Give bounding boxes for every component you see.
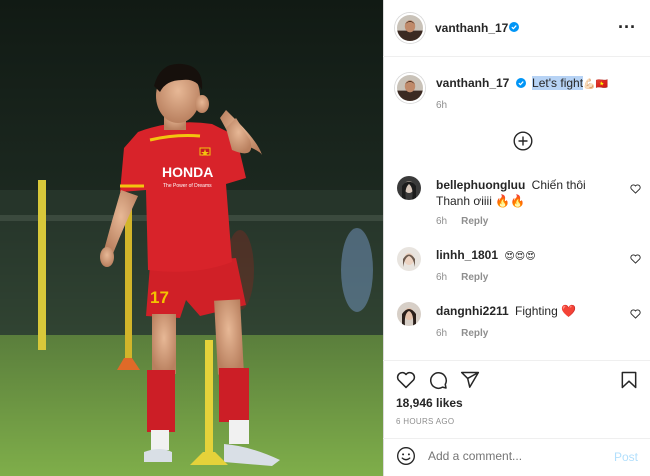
comment-like-heart-icon[interactable] <box>630 254 641 264</box>
comment-time-1[interactable]: 6h <box>436 216 447 227</box>
comment-meta-2: 6h Reply <box>436 272 488 283</box>
comment-reply-2[interactable]: Reply <box>461 272 488 283</box>
post-photo[interactable]: 17 HONDA The Power of Dreams <box>0 0 383 476</box>
comment-like-heart-icon[interactable] <box>630 184 641 194</box>
comment-meta-1: 6h Reply <box>436 216 488 227</box>
jersey-shorts-number: 17 <box>150 288 169 307</box>
comment-avatar-image <box>397 302 421 326</box>
comment-avatar-1[interactable] <box>397 176 421 200</box>
post-comment-button[interactable]: Post <box>614 450 638 464</box>
comment-like-heart-icon[interactable] <box>630 309 641 319</box>
caption-emoji: 💪🏻🇻🇳 <box>583 79 608 90</box>
caption-verified-badge-icon <box>515 78 526 88</box>
comment-username-3[interactable]: dangnhi2211 <box>436 304 509 318</box>
comment-reply-1[interactable]: Reply <box>461 216 488 227</box>
comment-time-3[interactable]: 6h <box>436 328 447 339</box>
caption: vanthanh_17 Let's fight💪🏻🇻🇳 <box>436 76 636 90</box>
author-avatar-image <box>397 15 423 41</box>
comment-username-2[interactable]: linhh_1801 <box>436 248 498 262</box>
comment-avatar-image <box>397 176 421 200</box>
caption-avatar[interactable] <box>395 73 425 103</box>
emoji-icon[interactable] <box>396 446 416 466</box>
heart-icon[interactable] <box>396 370 416 389</box>
comment-body-2: linhh_1801 😍😍😍 <box>436 247 616 265</box>
author-avatar[interactable] <box>395 13 425 43</box>
comment-body-1: bellephuongluu Chiến thôi Thanh ơiiii 🔥🔥 <box>436 177 616 209</box>
jersey-sponsor: HONDA <box>162 164 213 180</box>
bookmark-icon[interactable] <box>619 370 639 390</box>
post-timestamp[interactable]: 6 HOURS AGO <box>396 417 454 426</box>
comment-icon[interactable] <box>428 370 448 390</box>
comment-avatar-image <box>397 247 421 271</box>
verified-badge-icon <box>509 22 519 32</box>
add-comment-input[interactable] <box>428 449 598 463</box>
post-photo-image: 17 HONDA The Power of Dreams <box>0 0 383 476</box>
comment-time-2[interactable]: 6h <box>436 272 447 283</box>
comment-text-2: 😍😍😍 <box>504 251 536 262</box>
actions-divider <box>383 360 650 361</box>
post-header: vanthanh_17 ··· <box>383 0 650 57</box>
comment-username-1[interactable]: bellephuongluu <box>436 178 525 192</box>
caption-avatar-image <box>397 75 423 101</box>
comment-avatar-2[interactable] <box>397 247 421 271</box>
likes-count[interactable]: 18,946 likes <box>396 396 463 410</box>
caption-time[interactable]: 6h <box>436 100 447 111</box>
comment-meta-3: 6h Reply <box>436 328 488 339</box>
more-options-icon[interactable]: ··· <box>618 18 636 36</box>
caption-username[interactable]: vanthanh_17 <box>436 76 509 90</box>
comment-reply-3[interactable]: Reply <box>461 328 488 339</box>
comment-text-3: Fighting ❤️ <box>515 304 577 318</box>
author-username[interactable]: vanthanh_17 <box>435 21 508 35</box>
jersey-slogan: The Power of Dreams <box>163 183 212 189</box>
caption-text: Let's fight <box>532 76 584 90</box>
comment-body-3: dangnhi2211 Fighting ❤️ <box>436 303 616 319</box>
share-icon[interactable] <box>460 370 480 390</box>
instagram-post-view: 17 HONDA The Power of Dreams vanthanh_17… <box>0 0 650 476</box>
load-more-comments-icon[interactable] <box>513 131 533 151</box>
comment-avatar-3[interactable] <box>397 302 421 326</box>
